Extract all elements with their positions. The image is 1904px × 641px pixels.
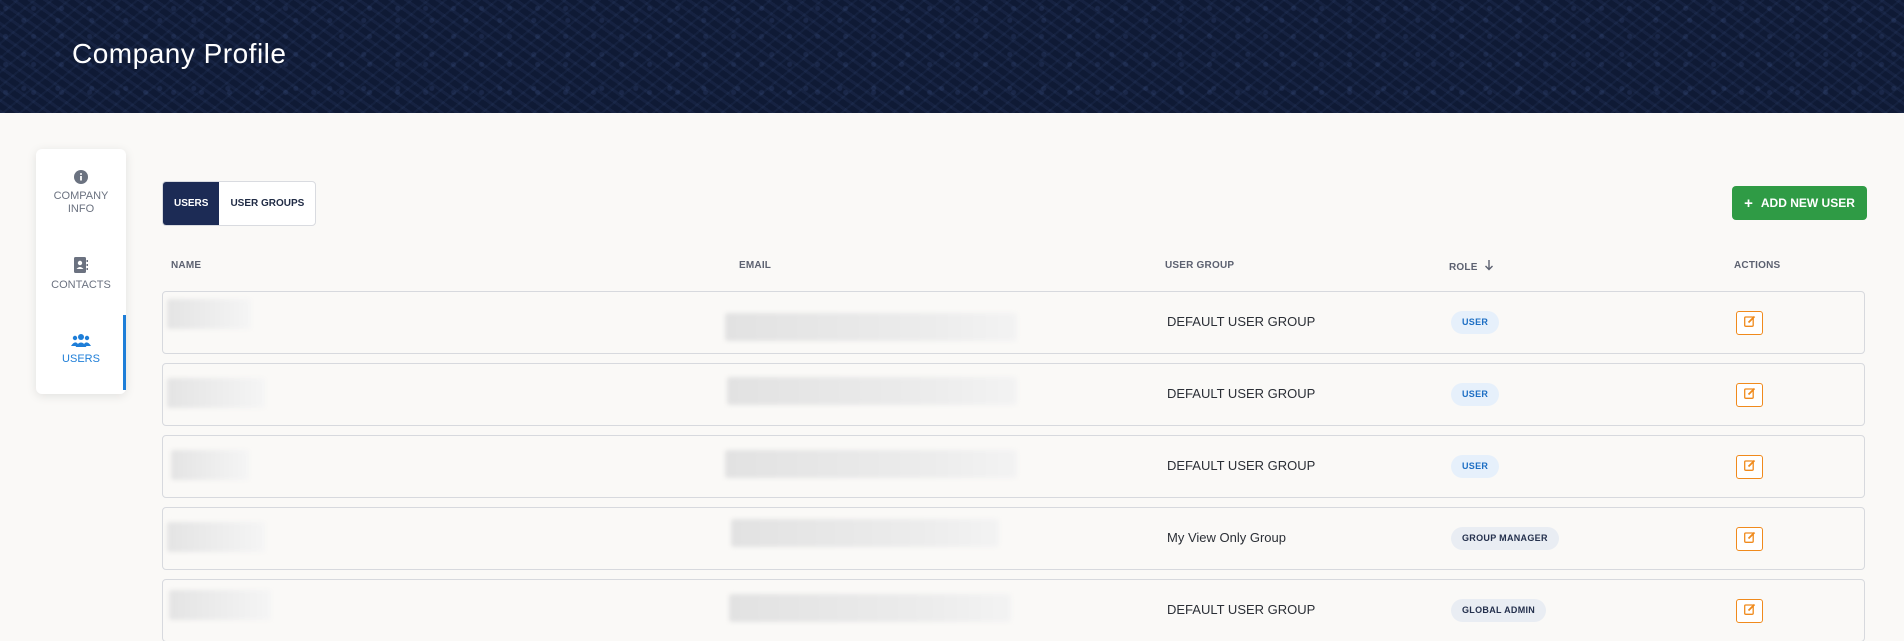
plus-icon: + (1744, 194, 1753, 212)
user-group-cell: DEFAULT USER GROUP (1167, 602, 1316, 617)
sidebar-item-label: CONTACTS (51, 279, 111, 291)
user-email-redacted (725, 313, 1017, 341)
edit-icon (1743, 602, 1756, 620)
role-badge: GROUP MANAGER (1451, 527, 1559, 550)
user-email-redacted (727, 377, 1017, 405)
column-header-name[interactable]: NAME (171, 260, 201, 271)
sidebar-active-indicator (123, 315, 126, 390)
user-name-redacted (167, 299, 251, 329)
info-icon (36, 170, 126, 184)
edit-button[interactable] (1736, 455, 1763, 479)
edit-button[interactable] (1736, 599, 1763, 623)
user-name-redacted (167, 378, 265, 408)
page-title: Company Profile (72, 38, 287, 69)
role-badge: USER (1451, 311, 1500, 334)
user-name-redacted (169, 590, 271, 620)
user-group-cell: DEFAULT USER GROUP (1167, 458, 1316, 473)
table-row[interactable]: DEFAULT USER GROUP USER (162, 363, 1865, 426)
edit-button[interactable] (1736, 311, 1763, 335)
tab-user-groups[interactable]: USER GROUPS (219, 182, 315, 225)
sidebar-item-label: USERS (62, 353, 100, 365)
user-name-redacted (171, 450, 249, 480)
edit-icon (1743, 530, 1756, 548)
user-email-redacted (729, 594, 1011, 622)
edit-icon (1743, 314, 1756, 332)
column-header-role-label: ROLE (1449, 261, 1478, 273)
table-row[interactable]: DEFAULT USER GROUP USER (162, 435, 1865, 498)
sidebar-item-company-info[interactable]: COMPANY INFO (36, 170, 126, 216)
add-new-user-button[interactable]: + ADD NEW USER (1732, 186, 1867, 220)
user-group-cell: DEFAULT USER GROUP (1167, 314, 1316, 329)
role-badge: GLOBAL ADMIN (1451, 599, 1547, 622)
column-header-user-group[interactable]: USER GROUP (1165, 260, 1234, 271)
table-row[interactable]: DEFAULT USER GROUP GLOBAL ADMIN (162, 579, 1865, 641)
role-badge: USER (1451, 383, 1500, 406)
sidebar-item-users[interactable]: USERS (36, 333, 126, 366)
user-group-cell: My View Only Group (1167, 530, 1286, 545)
column-header-actions: ACTIONS (1734, 260, 1781, 271)
table-row[interactable]: DEFAULT USER GROUP USER (162, 291, 1865, 354)
sidebar-nav: COMPANY INFO CONTACTS USERS (36, 149, 126, 394)
add-new-user-label: ADD NEW USER (1760, 196, 1855, 210)
arrow-down-icon (1484, 260, 1494, 274)
column-header-role[interactable]: ROLE (1449, 260, 1494, 274)
user-email-redacted (725, 450, 1017, 478)
tab-bar: USERS USER GROUPS (162, 181, 317, 226)
user-group-cell: DEFAULT USER GROUP (1167, 386, 1316, 401)
users-icon (36, 333, 126, 347)
user-email-redacted (731, 519, 999, 547)
edit-icon (1743, 458, 1756, 476)
page-header-banner: Company Profile (0, 0, 1904, 113)
edit-icon (1743, 386, 1756, 404)
column-header-email[interactable]: EMAIL (739, 260, 771, 271)
sidebar-item-label: COMPANY INFO (53, 190, 109, 215)
contacts-icon (36, 257, 126, 273)
tab-users[interactable]: USERS (163, 182, 220, 225)
sidebar-item-contacts[interactable]: CONTACTS (36, 257, 126, 292)
table-row[interactable]: My View Only Group GROUP MANAGER (162, 507, 1865, 570)
user-name-redacted (167, 522, 265, 552)
edit-button[interactable] (1736, 383, 1763, 407)
role-badge: USER (1451, 455, 1500, 478)
edit-button[interactable] (1736, 527, 1763, 551)
